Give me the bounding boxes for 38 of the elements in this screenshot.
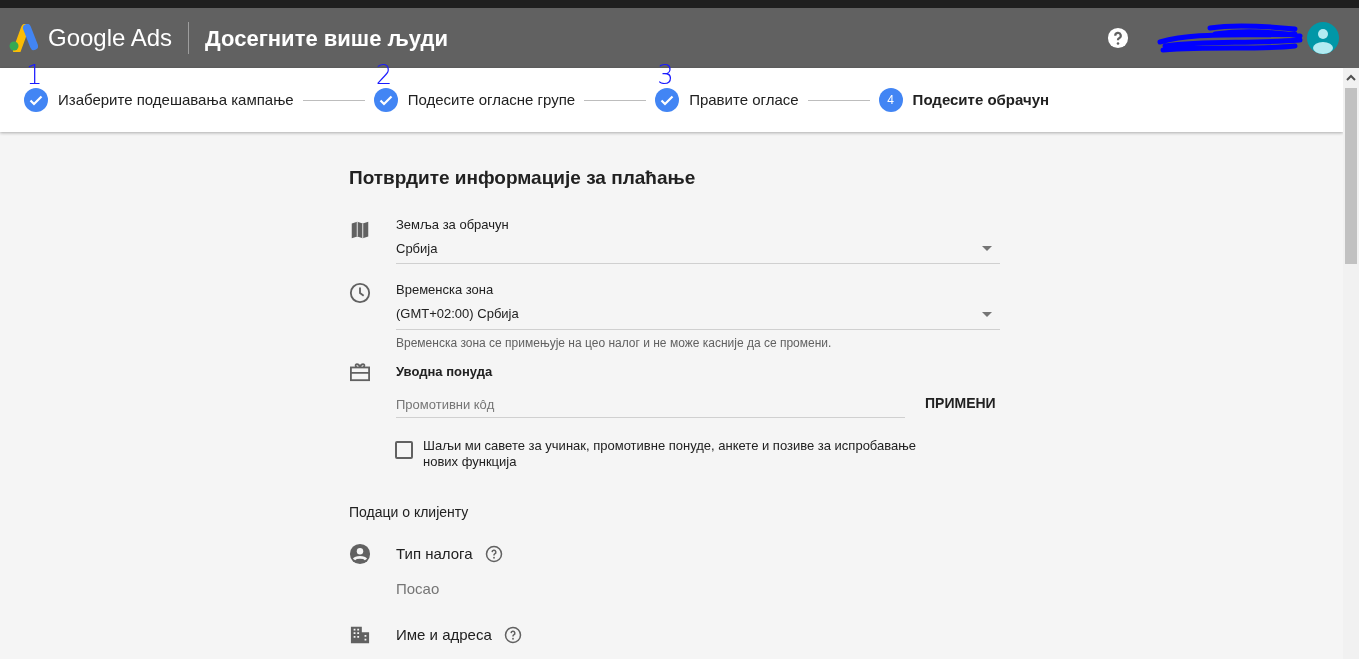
form-title: Потврдите информације за плаћање [349, 166, 697, 190]
help-icon[interactable] [484, 545, 503, 564]
gift-card-icon [349, 361, 371, 382]
person-icon [349, 543, 371, 566]
step-label[interactable]: Подесите огласне групе [407, 88, 576, 112]
page-title: Досегните више људи [205, 24, 448, 53]
field-label: Име и адреса [396, 625, 492, 645]
step-label[interactable]: Изаберите подешавања кампање [58, 88, 294, 112]
step-label[interactable]: Правите огласе [689, 88, 799, 112]
help-icon[interactable] [1107, 27, 1129, 49]
checkbox[interactable] [395, 441, 413, 459]
step-label[interactable]: Подесите обрачун [912, 88, 1050, 112]
section-heading: Подаци о клијенту [349, 503, 470, 522]
dropdown-caret-icon[interactable] [982, 311, 992, 317]
promo-code-field[interactable]: Промотивни кôд [396, 392, 905, 418]
product-name: Google Ads [48, 23, 173, 53]
field-label: Временска зона [396, 281, 495, 299]
field-label: Уводна понуда [396, 362, 494, 381]
clock-icon [349, 282, 371, 304]
apply-button[interactable]: ПРИМЕНИ [917, 388, 1004, 418]
timezone-dropdown[interactable]: (GMT+02:00) Србија [396, 299, 1000, 330]
help-icon[interactable] [503, 626, 522, 645]
step-number: 4 [878, 88, 903, 112]
field-hint: Временска зона се примењује на цео налог и не може касније да се промени. [396, 334, 833, 352]
dropdown-caret-icon[interactable] [982, 246, 992, 251]
field-label: Тип налога [396, 544, 473, 564]
country-dropdown[interactable]: Србија [396, 234, 1000, 264]
field-label: Земља за обрачун [396, 215, 510, 234]
avatar-icon[interactable] [1307, 22, 1339, 54]
handwritten-number: 1 [26, 62, 43, 88]
field-value: Посао [396, 578, 441, 599]
scrollbar[interactable] [1343, 68, 1359, 659]
handwritten-number: 2 [375, 62, 393, 88]
scroll-up-icon[interactable] [1346, 74, 1356, 82]
scrollbar-thumb[interactable] [1345, 88, 1357, 264]
building-icon [349, 625, 371, 646]
checkbox-label: Шаљи ми савете за учинак, промотивне понуде, анкете и позиве за испробавање нових функција [423, 438, 918, 470]
handwritten-number: 3 [657, 62, 674, 88]
